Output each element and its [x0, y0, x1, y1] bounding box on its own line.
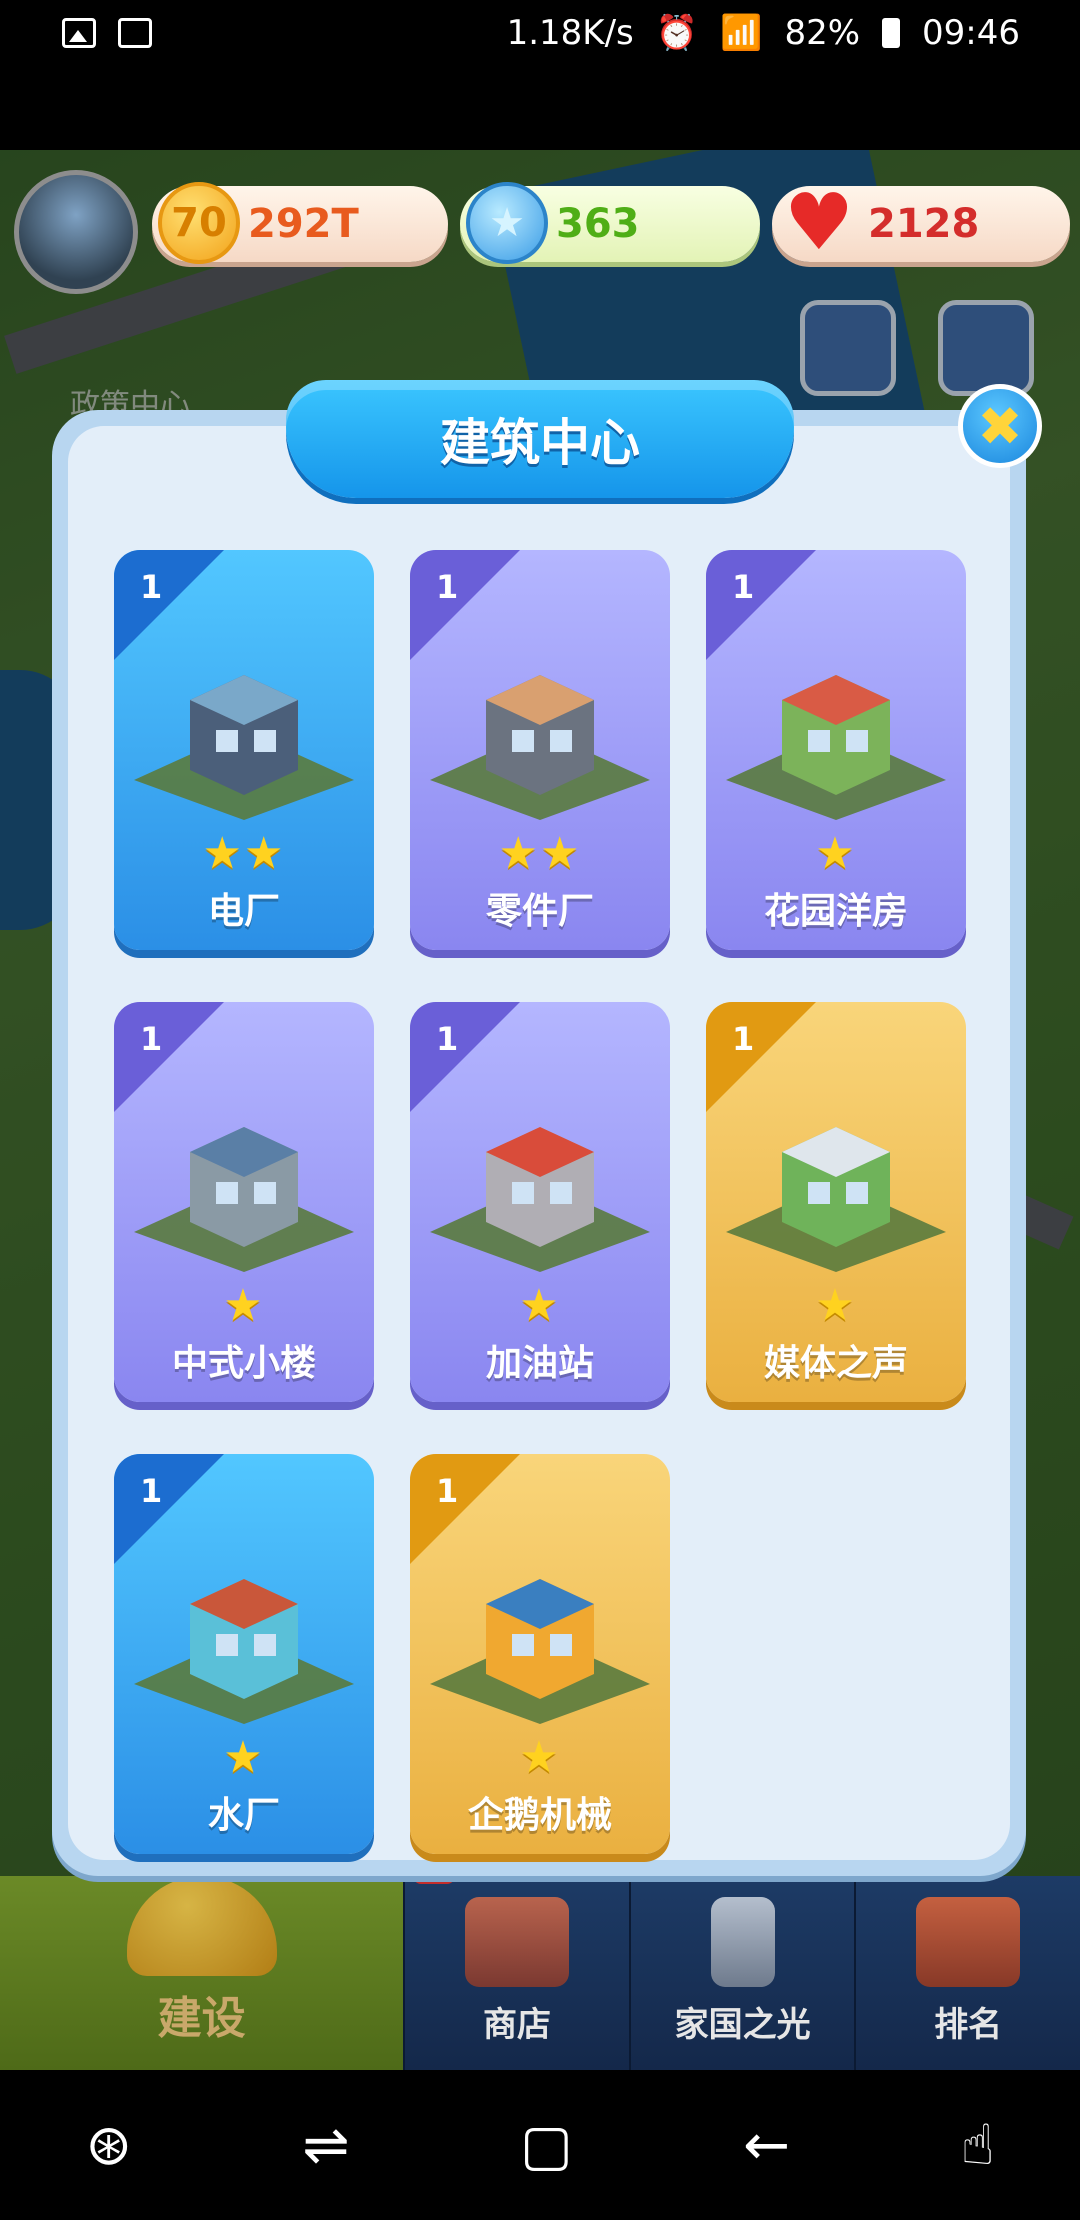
coin-amount: 292T [248, 201, 359, 247]
network-speed: 1.18K/s [506, 13, 634, 53]
building-name: 媒体之声 [763, 1343, 908, 1384]
character-button[interactable] [938, 300, 1034, 396]
building-name: 加油站 [485, 1343, 594, 1384]
building-level: 1 [436, 1020, 459, 1058]
star-rating: ★ [223, 1280, 265, 1331]
building-card[interactable]: 1 ★ 水厂 [114, 1454, 374, 1854]
building-illustration [130, 1524, 358, 1724]
building-level: 1 [436, 1472, 459, 1510]
star-rating: ★ [815, 1280, 857, 1331]
building-level: 1 [732, 1020, 755, 1058]
building-level: 1 [140, 1020, 163, 1058]
game-tools-icon[interactable]: ⊛ [85, 2113, 132, 2178]
game-notification-icon [118, 18, 152, 48]
star-icon: ★ [466, 182, 548, 264]
building-level: 1 [732, 568, 755, 606]
building-name: 电厂 [207, 891, 280, 932]
heart-counter[interactable]: ♥ 2128 [772, 178, 1070, 268]
building-card[interactable]: 1 ★★ 零件厂 [410, 550, 670, 950]
building-illustration [426, 1072, 654, 1272]
battery-percent: 82% [784, 13, 861, 53]
bottom-nav: 建设 8 商店 家国之光 排名 [0, 1840, 1080, 2070]
building-card[interactable]: 1 ★ 中式小楼 [114, 1002, 374, 1402]
building-illustration [722, 620, 950, 820]
building-level: 1 [140, 1472, 163, 1510]
alarm-icon: ⏰ [655, 13, 699, 53]
nav-homeland-label: 家国之光 [674, 2005, 811, 2045]
building-illustration [130, 620, 358, 820]
star-rating: ★★ [498, 828, 582, 879]
building-illustration [130, 1072, 358, 1272]
nav-build-label: 建设 [157, 1993, 246, 2044]
building-card[interactable]: 1 ★ 媒体之声 [706, 1002, 966, 1402]
battery-icon [882, 18, 901, 48]
nav-build[interactable]: 建设 [0, 1876, 404, 2070]
nav-shop-label: 商店 [483, 2005, 552, 2045]
star-rating: ★ [223, 1732, 265, 1783]
nav-shop[interactable]: 8 商店 [403, 1840, 629, 2070]
star-rating: ★ [815, 828, 857, 879]
dialog-title: 建筑中心 [286, 380, 794, 498]
building-name: 零件厂 [485, 891, 594, 932]
building-card[interactable]: 1 ★ 企鹅机械 [410, 1454, 670, 1854]
back-icon[interactable]: ← [743, 2113, 790, 2178]
home-icon[interactable]: ▢ [520, 2113, 573, 2178]
status-left [62, 18, 152, 48]
star-rating: ★★ [202, 828, 286, 879]
building-card[interactable]: 1 ★★ 电厂 [114, 550, 374, 950]
building-name: 水厂 [207, 1795, 280, 1836]
ranking-icon [916, 1897, 1021, 1987]
heart-icon: ♥ [784, 178, 854, 268]
clock: 09:46 [922, 13, 1020, 53]
recent-apps-icon[interactable]: ⇌ [303, 2113, 350, 2178]
coin-counter[interactable]: 70 292T [152, 182, 448, 264]
nav-ranking-label: 排名 [934, 2005, 1003, 2045]
star-amount: 363 [556, 201, 640, 247]
event-button[interactable] [800, 300, 896, 396]
building-name: 花园洋房 [763, 891, 908, 932]
building-illustration [426, 620, 654, 820]
star-rating: ★ [519, 1732, 561, 1783]
building-name: 中式小楼 [171, 1343, 316, 1384]
nav-homeland[interactable]: 家国之光 [628, 1876, 855, 2070]
star-counter[interactable]: ★ 363 [460, 182, 760, 264]
building-illustration [722, 1072, 950, 1272]
helmet-icon [126, 1876, 277, 1976]
building-card[interactable]: 1 ★ 花园洋房 [706, 550, 966, 950]
player-avatar[interactable] [14, 170, 138, 294]
star-rating: ★ [519, 1280, 561, 1331]
status-bar: 1.18K/s ⏰ 📶 82% 09:46 [0, 0, 1080, 66]
building-level: 1 [140, 568, 163, 606]
status-right: 1.18K/s ⏰ 📶 82% 09:46 [507, 13, 1020, 53]
gallery-icon [62, 18, 96, 48]
building-card[interactable]: 1 ★ 加油站 [410, 1002, 670, 1402]
coin-icon: 70 [158, 182, 240, 264]
building-illustration [426, 1524, 654, 1724]
wifi-icon: 📶 [720, 13, 763, 53]
heart-amount: 2128 [868, 201, 980, 247]
rocket-icon [710, 1897, 775, 1987]
close-button[interactable]: ✖ [958, 384, 1042, 468]
nav-ranking[interactable]: 排名 [854, 1876, 1080, 2070]
touch-icon[interactable]: ☝ [961, 2113, 995, 2178]
system-nav-bar: ⊛ ⇌ ▢ ← ☝ [0, 2070, 1080, 2220]
building-name: 企鹅机械 [467, 1795, 612, 1836]
building-level: 1 [436, 568, 459, 606]
shop-icon [465, 1897, 570, 1987]
